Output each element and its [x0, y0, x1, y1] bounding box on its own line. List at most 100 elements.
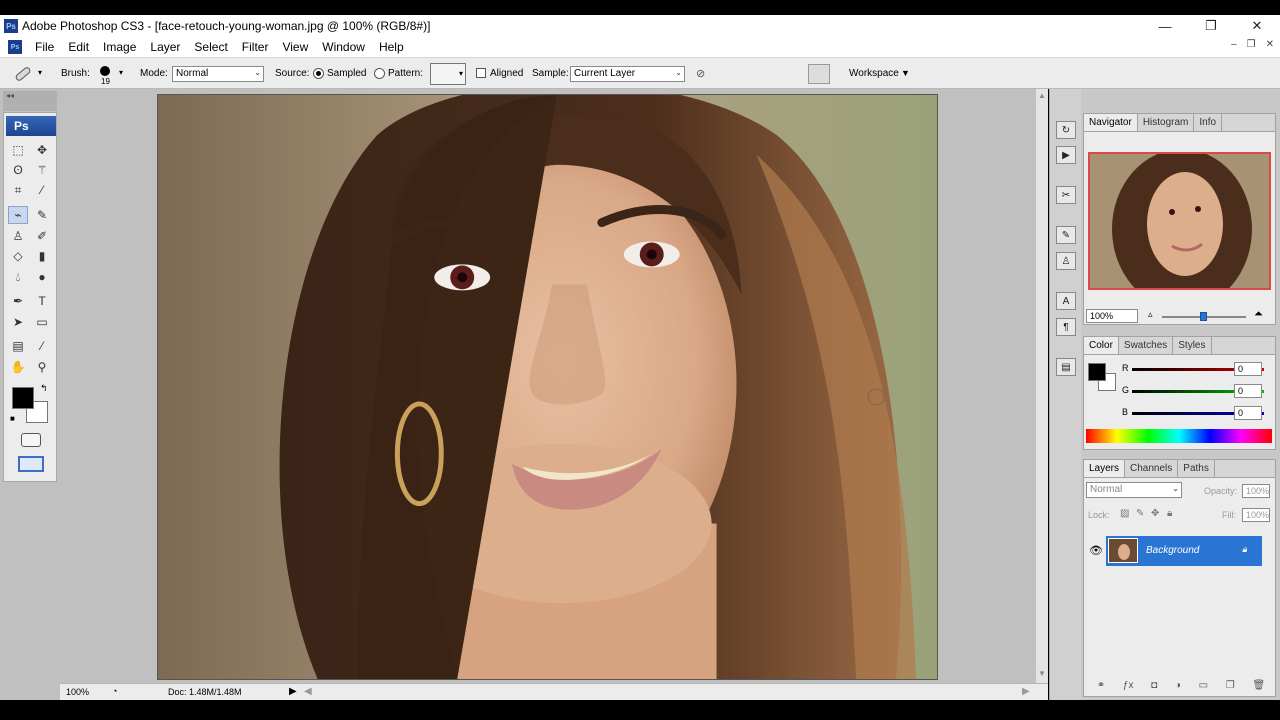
ignore-adjustment-layers-icon[interactable]: ⊘ [696, 67, 710, 81]
lock-all-icon[interactable]: 🔒︎ [1167, 508, 1172, 519]
zoom-slider-thumb[interactable] [1200, 312, 1207, 321]
ps-logo[interactable]: Ps [6, 116, 56, 136]
scroll-right-icon[interactable]: ▶ [1022, 686, 1030, 697]
zoom-in-icon[interactable]: ⏶ [1254, 308, 1263, 321]
eye-visibility-icon[interactable]: 👁︎ [1089, 544, 1103, 557]
menu-file[interactable]: File [28, 40, 61, 54]
pattern-radio[interactable] [374, 68, 385, 79]
r-value[interactable]: 0 [1234, 362, 1262, 376]
tab-histogram[interactable]: Histogram [1138, 114, 1195, 131]
lock-position-icon[interactable]: ✥ [1151, 508, 1159, 519]
default-colors-icon[interactable]: ■ [10, 414, 15, 423]
aligned-checkbox[interactable] [476, 68, 486, 78]
swap-colors-icon[interactable]: ↰ [40, 383, 48, 394]
gradient-tool-icon[interactable]: ▮ [32, 247, 52, 265]
pattern-picker[interactable]: ▾ [430, 63, 466, 85]
blend-mode-select[interactable]: Normal ⌄ [1086, 482, 1182, 498]
healing-brush-tool-icon[interactable] [12, 64, 36, 84]
slice-tool-icon[interactable]: ⁄ [32, 181, 52, 199]
g-value[interactable]: 0 [1234, 384, 1262, 398]
character-panel-icon[interactable]: A [1056, 292, 1076, 310]
lock-transparency-icon[interactable]: ▨ [1120, 508, 1129, 519]
menu-filter[interactable]: Filter [235, 40, 276, 54]
marquee-tool-icon[interactable]: ⬚ [8, 141, 28, 159]
scroll-left-icon[interactable]: ◀ [304, 686, 312, 697]
doc-icon[interactable]: Ps [8, 40, 22, 54]
mode-select[interactable]: Normal ⌄ [172, 66, 264, 82]
menu-edit[interactable]: Edit [61, 40, 96, 54]
actions-panel-icon[interactable]: ▶ [1056, 146, 1076, 164]
fg-color-chip[interactable] [1088, 363, 1106, 381]
tab-color[interactable]: Color [1084, 337, 1119, 354]
crop-tool-icon[interactable]: ⌗ [8, 181, 28, 199]
tool-presets-icon[interactable]: ✂ [1056, 186, 1076, 204]
clone-source-icon[interactable]: ♙ [1056, 252, 1076, 270]
clone-stamp-tool-icon[interactable]: ♙ [8, 227, 28, 245]
workspace-arrow-icon[interactable]: ▼ [901, 68, 910, 78]
tab-channels[interactable]: Channels [1125, 460, 1179, 477]
restore-button[interactable]: ❐ [1188, 15, 1234, 37]
status-icon[interactable]: ◔ [112, 686, 117, 696]
doc-minimize-button[interactable]: – [1231, 39, 1237, 50]
lasso-tool-icon[interactable]: ʘ [8, 161, 28, 179]
new-layer-icon[interactable]: ❐ [1226, 680, 1235, 694]
healing-brush-tool-icon[interactable]: ⌁ [8, 206, 28, 224]
tab-info[interactable]: Info [1194, 114, 1223, 131]
b-value[interactable]: 0 [1234, 406, 1262, 420]
quick-mask-icon[interactable] [21, 433, 41, 447]
fill-field[interactable]: 100% [1242, 508, 1270, 522]
tab-navigator[interactable]: Navigator [1084, 114, 1138, 131]
pen-tool-icon[interactable]: ✒ [8, 292, 28, 310]
paragraph-panel-icon[interactable]: ¶ [1056, 318, 1076, 336]
foreground-color-swatch-top[interactable] [12, 387, 34, 409]
brush-tool-icon[interactable]: ✎ [32, 206, 52, 224]
tab-swatches[interactable]: Swatches [1119, 337, 1174, 354]
brush-picker-arrow-icon[interactable]: ▾ [119, 68, 123, 77]
lock-pixels-icon[interactable]: ✎ [1136, 508, 1144, 519]
opacity-field[interactable]: 100% [1242, 484, 1270, 498]
tab-layers[interactable]: Layers [1084, 460, 1126, 477]
blur-tool-icon[interactable]: 💧︎ [8, 268, 28, 286]
navigator-zoom-field[interactable]: 100% [1086, 309, 1138, 323]
zoom-readout[interactable]: 100% [66, 687, 89, 697]
brush-preview-icon[interactable] [100, 66, 110, 76]
workspace-menu[interactable]: Workspace [849, 68, 899, 79]
tab-paths[interactable]: Paths [1178, 460, 1215, 477]
sample-select[interactable]: Current Layer ⌄ [570, 66, 685, 82]
minimize-button[interactable]: — [1142, 15, 1188, 37]
bridge-icon[interactable] [808, 64, 830, 84]
brushes-panel-icon[interactable]: ✎ [1056, 226, 1076, 244]
type-tool-icon[interactable]: T [32, 292, 52, 310]
navigator-preview[interactable] [1088, 152, 1271, 290]
menu-image[interactable]: Image [96, 40, 143, 54]
vertical-scrollbar[interactable]: ▲ ▼ [1036, 89, 1048, 683]
path-selection-tool-icon[interactable]: ➤ [8, 313, 28, 331]
menu-select[interactable]: Select [187, 40, 234, 54]
toolbox-header[interactable]: ◂◂ [3, 91, 57, 111]
layer-comps-icon[interactable]: ▤ [1056, 358, 1076, 376]
adjustment-layer-icon[interactable]: ◑ [1175, 680, 1181, 694]
history-brush-tool-icon[interactable]: ✐ [32, 227, 52, 245]
zoom-tool-icon[interactable]: ⚲ [32, 358, 52, 376]
zoom-out-icon[interactable]: ▵ [1148, 309, 1153, 320]
move-tool-icon[interactable]: ✥ [32, 141, 52, 159]
navigator-zoom-slider[interactable] [1162, 312, 1246, 321]
close-button[interactable]: ✕ [1234, 15, 1280, 37]
scroll-up-icon[interactable]: ▲ [1038, 91, 1046, 100]
tool-preset-arrow-icon[interactable]: ▾ [38, 68, 42, 77]
doc-restore-button[interactable]: ❐ [1247, 39, 1256, 50]
link-layers-icon[interactable]: ⚭ [1097, 680, 1105, 694]
menu-window[interactable]: Window [315, 40, 372, 54]
scroll-down-icon[interactable]: ▼ [1038, 669, 1046, 678]
new-group-icon[interactable]: ▭ [1199, 680, 1208, 694]
layer-row-background[interactable]: Background 🔒︎ [1106, 536, 1262, 566]
layer-style-icon[interactable]: ƒx [1123, 680, 1134, 694]
status-menu-arrow-icon[interactable]: ▶ [289, 686, 297, 697]
eyedropper-tool-icon[interactable]: ⁄ [32, 337, 52, 355]
shape-tool-icon[interactable]: ▭ [32, 313, 52, 331]
tab-styles[interactable]: Styles [1173, 337, 1212, 354]
delete-layer-icon[interactable]: 🗑︎ [1252, 680, 1265, 694]
menu-help[interactable]: Help [372, 40, 411, 54]
menu-view[interactable]: View [275, 40, 315, 54]
notes-tool-icon[interactable]: ▤ [8, 337, 28, 355]
